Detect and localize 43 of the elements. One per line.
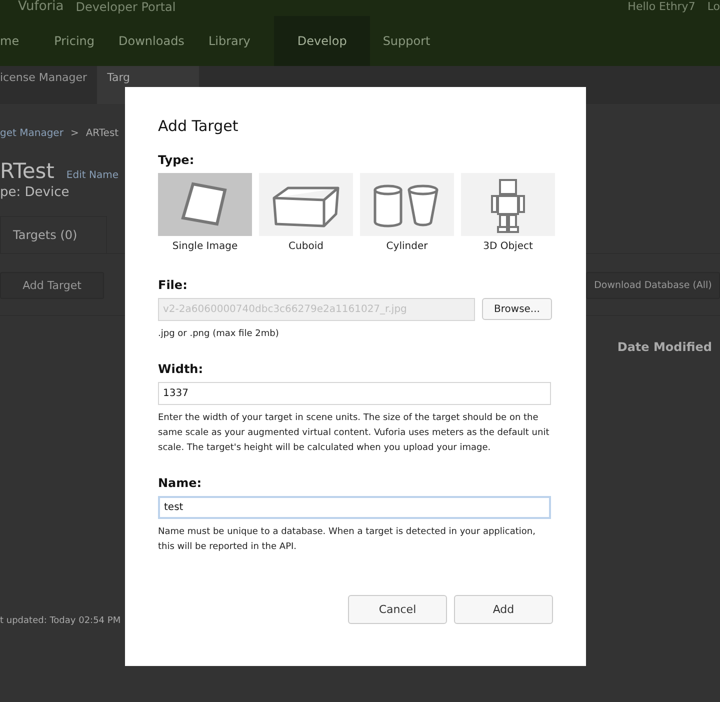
type-tile[interactable] [259, 173, 353, 236]
name-hint: Name must be unique to a database. When a target is detected in your application, this will be reported in the API. [158, 526, 536, 554]
field-label: Width: [158, 362, 204, 376]
add-button[interactable]: Add [454, 595, 553, 624]
logout-link[interactable]: Lo [707, 0, 720, 14]
logo-text: Vuforia [18, 0, 64, 14]
type-tile[interactable] [360, 173, 454, 236]
breadcrumb-link[interactable]: get Manager [0, 128, 64, 139]
nav-tab[interactable]: Downloads [118, 16, 208, 66]
nav-tab[interactable]: Develop [274, 16, 370, 66]
database-title: RTest [0, 159, 54, 183]
width-field[interactable]: 1337 [158, 382, 551, 405]
edit-name-link[interactable]: Edit Name [66, 170, 118, 181]
last-updated-text: t updated: Today 02:54 PM [0, 616, 121, 626]
width-hint: Enter the width of your target in scene units. The size of the target should be on the same scale as your augmented virtual content. Vuforia uses meters as the default unit scale. The target's height will be calculated when you upload your image. [158, 412, 550, 455]
greeting-link[interactable]: Hello Ethry7 [628, 0, 696, 14]
file-hint: .jpg or .png (max file 2mb) [158, 328, 280, 341]
type-tile[interactable] [158, 173, 252, 236]
type-label: Cuboid [288, 241, 324, 252]
add-target-button[interactable]: Add Target [0, 272, 104, 299]
field-label: File: [158, 278, 188, 292]
nav-tab[interactable]: Library [208, 16, 274, 66]
type-label: Cylinder [386, 241, 428, 252]
type-label: 3D Object [483, 241, 533, 252]
type-tile[interactable] [461, 173, 555, 236]
dialog-title: Add Target [158, 117, 240, 135]
nav-tab[interactable]: Pricing [54, 16, 119, 66]
targets-tab[interactable]: Targets (0) [0, 216, 107, 253]
download-database-button[interactable]: Download Database (All) [586, 272, 720, 299]
database-type: pe: Device [0, 185, 70, 200]
browse-button[interactable]: Browse... [482, 298, 552, 320]
field-label: Type: [158, 153, 196, 167]
breadcrumb-separator: > [70, 128, 79, 139]
breadcrumb-current: ARTest [86, 128, 119, 139]
type-label: Single Image [172, 241, 238, 252]
portal-title: Developer Portal [76, 0, 176, 14]
cancel-button[interactable]: Cancel [348, 595, 447, 624]
field-label: Name: [158, 476, 203, 490]
column-header: Date Modified [617, 340, 712, 354]
nav-tab[interactable]: Support [382, 16, 454, 66]
subnav-tab[interactable]: icense Manager [0, 66, 98, 104]
nav-tab[interactable]: me [0, 16, 54, 66]
name-field[interactable]: test [158, 496, 551, 519]
